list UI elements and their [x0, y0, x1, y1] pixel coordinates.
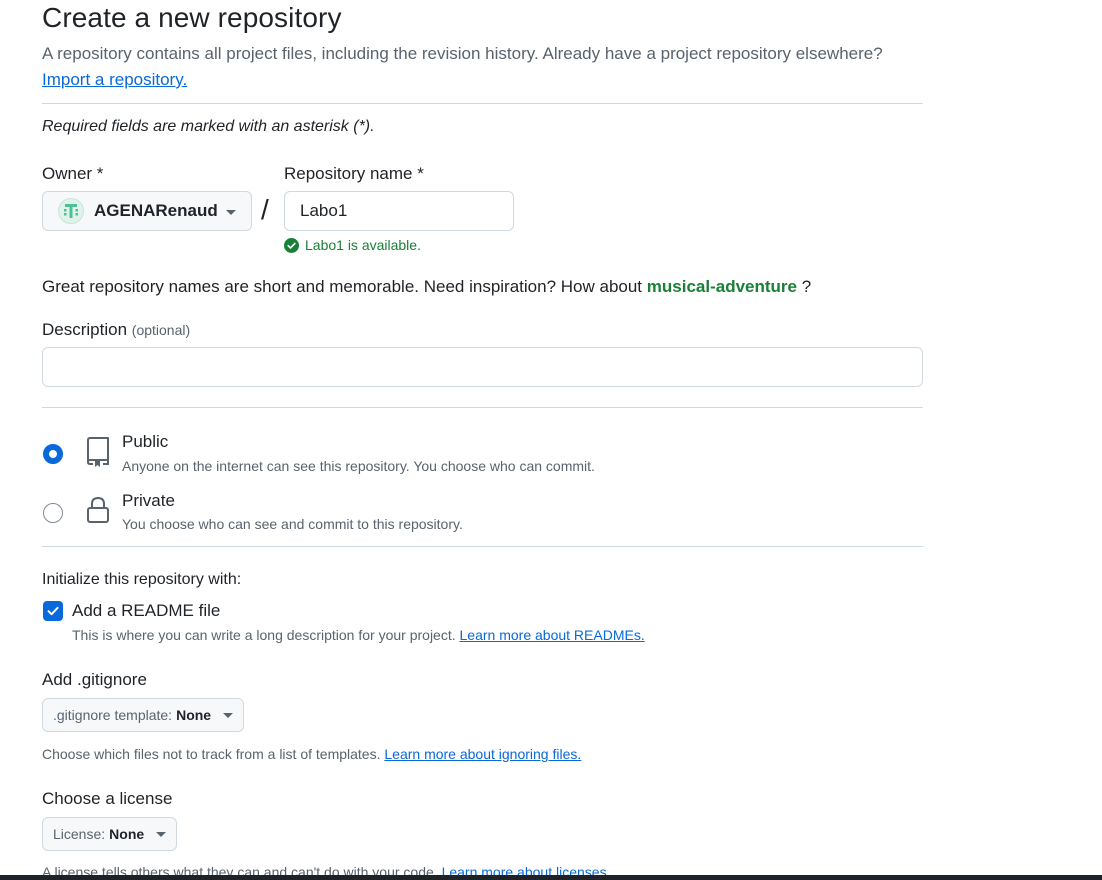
import-repository-link[interactable]: Import a repository.: [42, 70, 187, 90]
license-label: Choose a license: [42, 789, 173, 808]
gitignore-template-dropdown[interactable]: .gitignore template: None: [42, 698, 245, 732]
gitignore-label: Add .gitignore: [42, 670, 147, 689]
readme-option-title: Add a README file: [72, 601, 221, 620]
divider: [42, 546, 923, 547]
repository-name-input[interactable]: [284, 191, 514, 231]
license-dropdown[interactable]: License: None: [42, 817, 178, 851]
learn-more-ignoring-files-link[interactable]: Learn more about ignoring files.: [384, 746, 581, 762]
gitignore-select-prefix: .gitignore template:: [53, 707, 173, 723]
availability-message: Labo1 is available.: [284, 237, 421, 253]
repository-name-label: Repository name *: [284, 164, 424, 183]
gitignore-help-text: Choose which files not to track from a l…: [42, 746, 381, 762]
taskbar-edge: [0, 875, 1102, 880]
license-select-prefix: License:: [53, 826, 106, 842]
checkmark-icon: [47, 606, 59, 616]
readme-option-description: This is where you can write a long descr…: [72, 627, 645, 643]
readme-description-text: This is where you can write a long descr…: [72, 627, 456, 643]
readme-checkbox[interactable]: [43, 601, 63, 621]
license-select-value: None: [109, 826, 145, 842]
inspiration-text: Great repository names are short and mem…: [42, 277, 643, 296]
divider: [42, 103, 923, 104]
check-circle-icon: [284, 237, 299, 253]
chevron-down-icon: [156, 831, 167, 837]
avatar-icon: [58, 198, 84, 224]
repo-icon: [87, 437, 109, 467]
chevron-down-icon: [226, 210, 236, 215]
learn-more-readmes-link[interactable]: Learn more about READMEs.: [460, 627, 645, 643]
initialize-label: Initialize this repository with:: [42, 571, 242, 588]
page-title: Create a new repository: [42, 2, 342, 33]
gitignore-select-value: None: [176, 707, 212, 723]
description-label: Description (optional): [42, 320, 190, 340]
private-option-title: Private: [122, 491, 175, 510]
public-option-title: Public: [122, 432, 169, 451]
divider: [42, 407, 923, 408]
optional-hint: (optional): [131, 322, 191, 338]
private-option-description: You choose who can see and commit to thi…: [122, 516, 463, 532]
availability-text: Labo1 is available.: [305, 237, 421, 253]
required-fields-note: Required fields are marked with an aster…: [42, 118, 375, 135]
owner-label: Owner *: [42, 164, 104, 183]
gitignore-help: Choose which files not to track from a l…: [42, 746, 581, 762]
owner-repo-separator: /: [261, 194, 269, 225]
description-label-text: Description: [42, 320, 128, 339]
private-radio[interactable]: [43, 503, 63, 523]
owner-name: AGENARenaud: [94, 201, 218, 220]
chevron-down-icon: [223, 712, 234, 718]
public-option-description: Anyone on the internet can see this repo…: [122, 458, 595, 474]
public-radio[interactable]: [43, 444, 63, 464]
description-input[interactable]: [42, 347, 923, 387]
inspiration-suffix: ?: [801, 277, 812, 296]
suggested-name-button[interactable]: musical-adventure: [647, 277, 797, 296]
lock-icon: [87, 496, 109, 523]
owner-dropdown[interactable]: AGENARenaud: [42, 191, 252, 231]
create-repository-page: Create a new repository A repository con…: [0, 0, 1102, 880]
page-subtitle: A repository contains all project files,…: [42, 44, 883, 63]
name-inspiration: Great repository names are short and mem…: [42, 277, 811, 297]
